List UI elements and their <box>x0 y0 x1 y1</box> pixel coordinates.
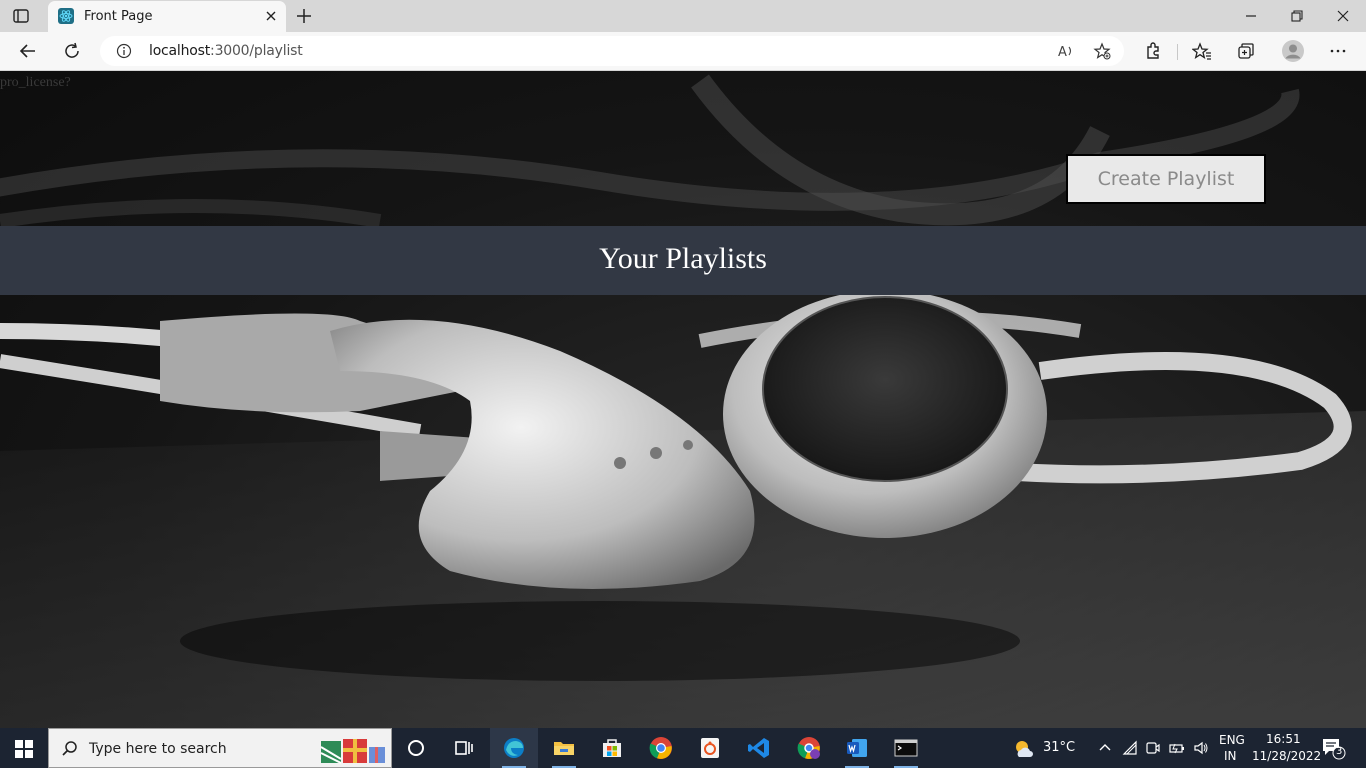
url-path: :3000/playlist <box>210 43 303 59</box>
edge-icon <box>504 738 524 758</box>
vscode-icon[interactable] <box>735 728 783 768</box>
search-placeholder: Type here to search <box>89 741 227 757</box>
extensions-icon[interactable] <box>1143 41 1163 61</box>
profile-avatar[interactable] <box>1281 39 1305 63</box>
address-bar[interactable]: localhost:3000/playlist A <box>100 36 1124 66</box>
ubuntu-app-icon[interactable] <box>686 728 734 768</box>
language-indicator[interactable]: ENG <box>1219 733 1245 747</box>
word-icon[interactable] <box>833 728 881 768</box>
chrome-icon[interactable] <box>637 728 685 768</box>
chevron-up-icon[interactable] <box>1097 740 1113 756</box>
page-title: Your Playlists <box>599 242 767 275</box>
read-aloud-icon[interactable]: A <box>1057 42 1075 60</box>
search-highlight-gift-icon <box>320 739 385 764</box>
url-host: localhost <box>149 43 211 59</box>
task-view-icon[interactable] <box>440 728 488 768</box>
license-text: pro_license? <box>0 75 71 90</box>
browser-tab-bar: Front Page <box>0 0 1366 32</box>
minimize-icon[interactable] <box>1228 0 1274 32</box>
search-icon <box>62 741 77 756</box>
chrome-profile-icon[interactable] <box>785 728 833 768</box>
refresh-icon[interactable] <box>62 41 82 61</box>
collections-icon[interactable] <box>1236 41 1256 61</box>
url-text[interactable]: localhost:3000/playlist <box>149 43 303 59</box>
language-region: IN <box>1224 749 1237 763</box>
clock-time[interactable]: 16:51 <box>1266 732 1301 746</box>
taskbar-edge-app[interactable] <box>490 728 538 768</box>
new-tab-icon[interactable] <box>294 6 314 26</box>
page-viewport: pro_license? Create Playlist Your Playli… <box>0 71 1366 728</box>
taskbar-search-input[interactable]: Type here to search <box>48 728 392 768</box>
terminal-icon[interactable] <box>882 728 930 768</box>
toolbar-separator <box>1177 44 1178 60</box>
site-info-icon[interactable] <box>116 43 132 59</box>
notification-center-icon[interactable]: 3 <box>1320 736 1346 760</box>
back-arrow-icon[interactable] <box>18 41 38 61</box>
camera-icon[interactable] <box>1145 740 1161 756</box>
restore-icon[interactable] <box>1274 0 1320 32</box>
notification-count: 3 <box>1336 746 1343 757</box>
browser-toolbar: localhost:3000/playlist A <box>0 32 1366 71</box>
playlists-header-band: Your Playlists <box>0 226 1366 295</box>
windows-start-icon[interactable] <box>0 728 48 768</box>
react-favicon-icon <box>58 8 74 24</box>
battery-icon[interactable] <box>1169 740 1185 756</box>
close-window-icon[interactable] <box>1320 0 1366 32</box>
favorites-icon[interactable] <box>1191 41 1212 61</box>
more-menu-icon[interactable] <box>1328 41 1348 61</box>
svg-text:A: A <box>1058 45 1067 60</box>
create-playlist-button[interactable]: Create Playlist <box>1066 154 1266 204</box>
weather-temperature[interactable]: 31°C <box>1043 740 1075 755</box>
cortana-icon[interactable] <box>392 728 440 768</box>
tab-actions-icon[interactable] <box>12 7 30 25</box>
volume-icon[interactable] <box>1193 740 1209 756</box>
file-explorer-icon[interactable] <box>540 728 588 768</box>
browser-tab[interactable]: Front Page <box>48 1 286 32</box>
tab-close-icon[interactable] <box>262 7 280 25</box>
microsoft-store-icon[interactable] <box>588 728 636 768</box>
add-favorite-icon[interactable] <box>1093 42 1111 60</box>
wifi-icon[interactable] <box>1122 740 1138 756</box>
tab-title: Front Page <box>84 9 153 24</box>
weather-partly-sunny-icon[interactable] <box>1012 737 1036 761</box>
windows-taskbar: Type here to search 31°C ENG IN 16:51 11… <box>0 728 1366 768</box>
clock-date: 11/28/2022 <box>1252 749 1322 763</box>
